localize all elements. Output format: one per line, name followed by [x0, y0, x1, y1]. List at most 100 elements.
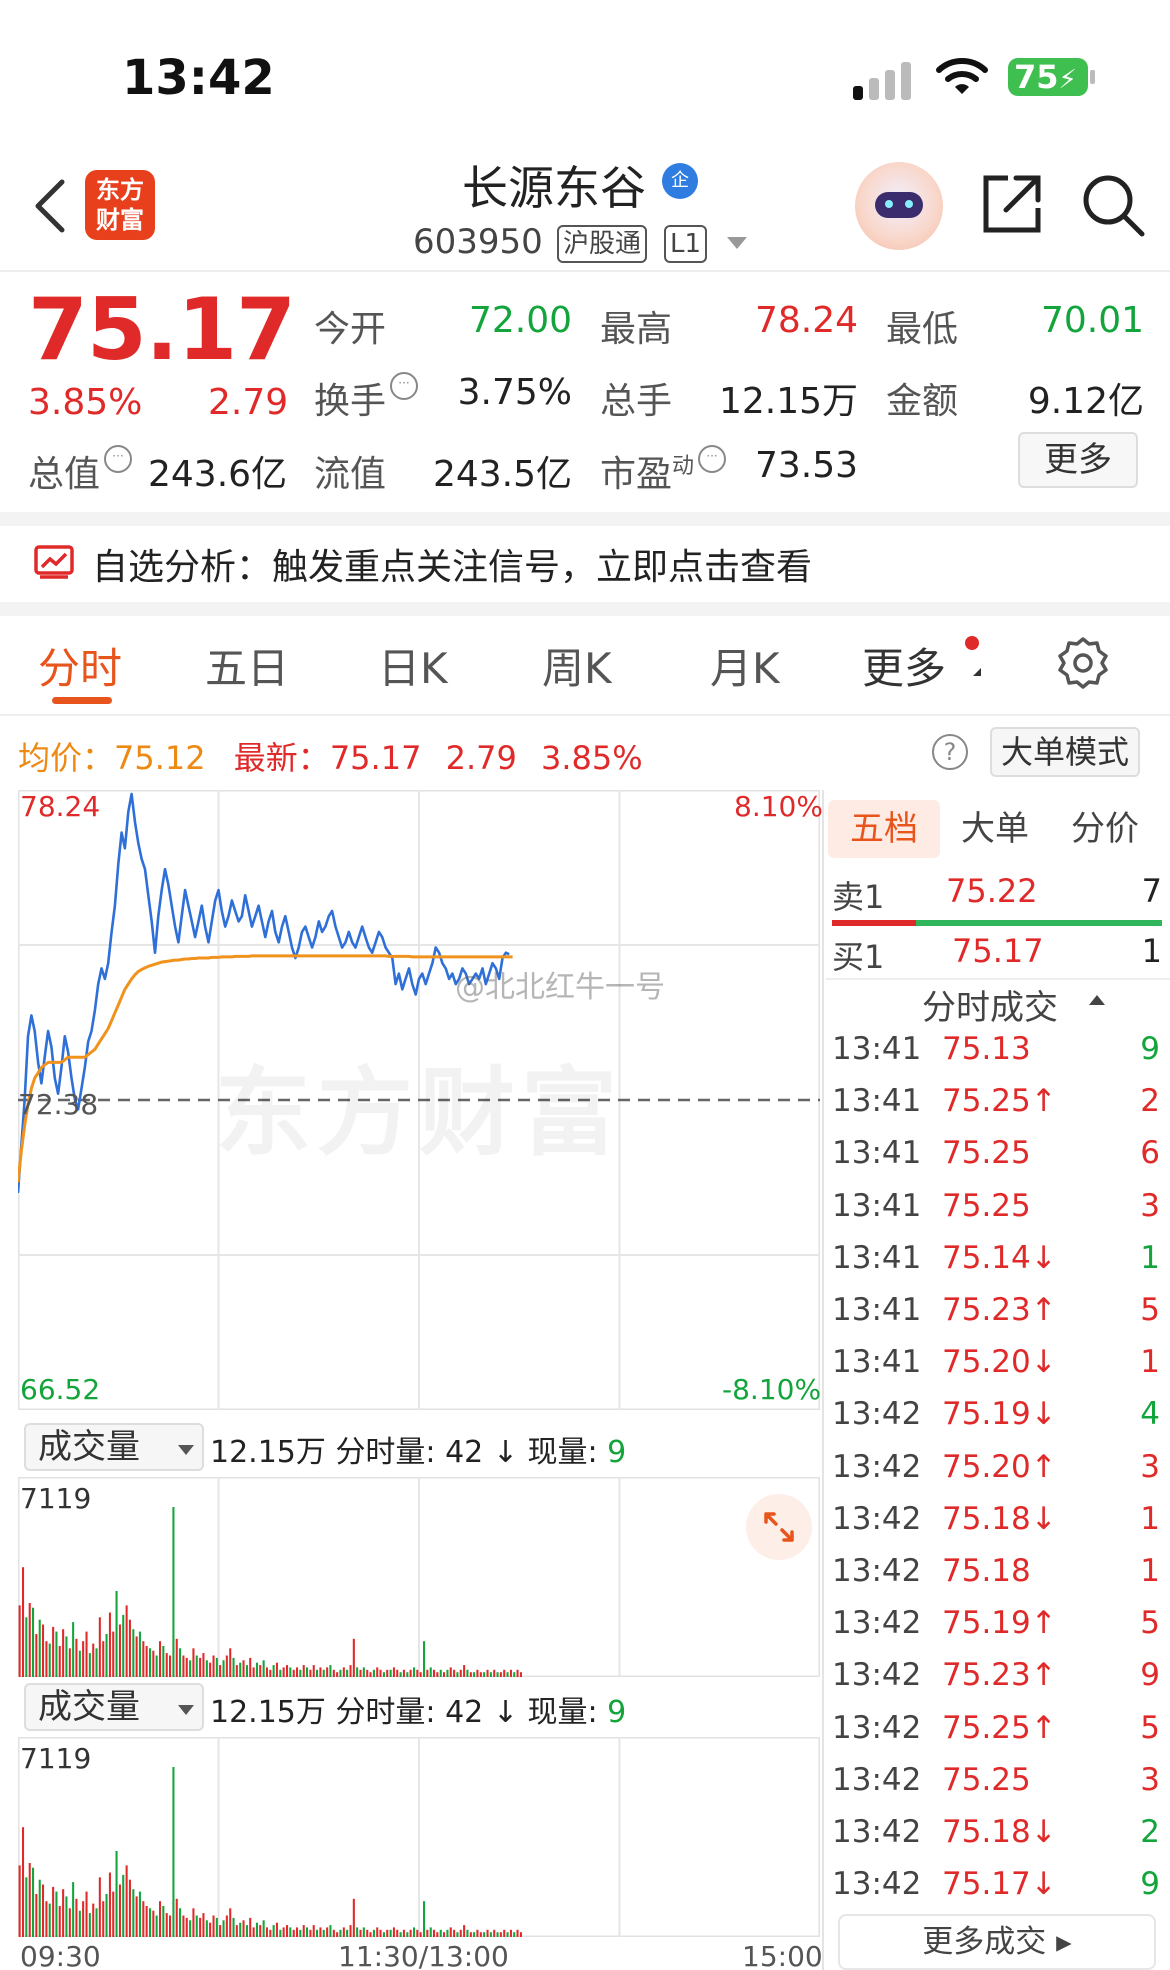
volume-bar [205, 1660, 208, 1677]
volume-bar [202, 1653, 205, 1677]
trade-row: 13:41 75.25 3 [832, 1188, 1162, 1238]
panel-tab-order-book[interactable]: 五档 [828, 800, 940, 858]
volume-bar [376, 1667, 379, 1677]
volume-bar [78, 1650, 81, 1677]
volume-bar [349, 1925, 352, 1937]
volume-bar [449, 1667, 452, 1677]
tab-monthly-k[interactable]: 月K [710, 635, 780, 696]
volume-bar [402, 1929, 405, 1937]
volume-bar [519, 1932, 522, 1937]
volume-bar [92, 1643, 95, 1677]
trade-volume: 1 [1140, 1344, 1160, 1381]
volume-bar [232, 1917, 235, 1937]
volume-indicator-select[interactable]: 成交量 [24, 1683, 204, 1731]
order-book-buy1: 买1 75.17 1 [832, 926, 1162, 978]
trade-volume: 3 [1140, 1187, 1160, 1224]
share-icon[interactable] [980, 172, 1044, 236]
volume-bar [199, 1657, 202, 1677]
volume-bar [68, 1908, 71, 1937]
volume-bar [409, 1669, 412, 1677]
tab-five-day[interactable]: 五日 [205, 635, 289, 696]
volume-bar [446, 1929, 449, 1937]
volume-bar [372, 1929, 375, 1937]
volume-bar [446, 1669, 449, 1677]
notification-dot [965, 636, 979, 650]
trade-price: 75.19↓ [942, 1396, 1057, 1433]
back-arrow-icon[interactable] [30, 178, 70, 234]
volume-bar [232, 1657, 235, 1677]
trade-volume: 3 [1140, 1761, 1160, 1798]
trade-volume: 4 [1140, 1396, 1160, 1433]
volume-bar [413, 1667, 416, 1677]
trade-list-title[interactable]: 分时成交 [922, 980, 1058, 1029]
volume-bar [389, 1669, 392, 1677]
trade-time: 13:42 [832, 1396, 922, 1433]
pct-axis-max-label: 8.10% [734, 790, 823, 823]
minute-volume-value: 42 [445, 1435, 484, 1470]
volume-bar [42, 1624, 45, 1677]
tab-more[interactable]: 更多 [862, 635, 946, 696]
volume-bar [413, 1927, 416, 1937]
analysis-banner-text[interactable]: 自选分析：触发重点关注信号，立即点击查看 [92, 538, 812, 590]
expand-icon[interactable] [746, 1494, 812, 1560]
tab-intraday[interactable]: 分时 [38, 635, 122, 696]
info-dots-icon[interactable]: ··· [104, 445, 133, 473]
volume-indicator-select[interactable]: 成交量 [24, 1423, 204, 1471]
volume-bar [72, 1882, 75, 1937]
more-trades-button[interactable]: 更多成交 ▸ [838, 1914, 1156, 1970]
trade-row: 13:42 75.25↑ 5 [832, 1710, 1162, 1760]
volume-bar [392, 1667, 395, 1677]
volume-bar [499, 1932, 502, 1937]
volume-bar [22, 1567, 25, 1677]
turnover-value: 3.75% [457, 372, 572, 413]
trade-time: 13:42 [832, 1814, 922, 1850]
volume-bar [486, 1669, 489, 1677]
chevron-up-icon[interactable] [1089, 995, 1105, 1005]
volume-bar [346, 1669, 349, 1677]
volume-bar [128, 1619, 131, 1677]
volume-bar [342, 1667, 345, 1677]
tab-daily-k[interactable]: 日K [378, 635, 448, 696]
avg-price-row: 均价：75.12 最新：75.17 2.79 3.85% [18, 733, 643, 779]
volume-chart-2[interactable] [18, 1737, 820, 1937]
latest-change: 2.79 [445, 739, 517, 777]
volume-bar [155, 1655, 158, 1677]
trade-row: 13:42 75.17↓ 9 [832, 1866, 1162, 1916]
volume-bar [316, 1929, 319, 1937]
volume-bar [372, 1669, 375, 1677]
volume-bar [356, 1927, 359, 1937]
volume-bar [38, 1879, 41, 1937]
volume-bar [262, 1660, 265, 1677]
search-icon[interactable] [1080, 172, 1146, 238]
info-dots-icon[interactable]: ··· [698, 445, 727, 473]
panel-tab-big-orders[interactable]: 大单 [950, 800, 1040, 858]
float-value: 243.5亿 [432, 454, 572, 495]
volume-bar [336, 1672, 339, 1677]
volume-bar [145, 1646, 148, 1677]
volume-bar [62, 1629, 65, 1677]
trade-price: 75.13 [942, 1031, 1031, 1067]
high-label: 最高 [600, 309, 673, 350]
volume-bar [169, 1655, 172, 1677]
panel-tab-price-distribution[interactable]: 分价 [1060, 800, 1150, 858]
settings-gear-icon[interactable] [1056, 636, 1110, 690]
volume-bar [108, 1612, 111, 1677]
volume-bar [82, 1641, 85, 1677]
help-icon[interactable]: ? [932, 734, 968, 770]
trade-price: 75.20↑ [942, 1448, 1057, 1485]
volume-bar [386, 1669, 389, 1677]
tab-weekly-k[interactable]: 周K [542, 635, 612, 696]
more-quote-button[interactable]: 更多 [1018, 432, 1138, 488]
volume-bar [88, 1913, 91, 1937]
buy1-label: 买1 [832, 938, 885, 976]
info-dots-icon[interactable]: ··· [390, 372, 419, 400]
volume-bar [25, 1617, 28, 1677]
volume-bar [469, 1672, 472, 1677]
chevron-down-icon[interactable] [727, 237, 747, 249]
big-order-mode-button[interactable]: 大单模式 [990, 727, 1140, 777]
volume-total: 12.15万 [210, 1695, 326, 1730]
volume-bar [62, 1889, 65, 1937]
robot-assistant-avatar[interactable] [855, 162, 943, 250]
volume-chart-1[interactable] [18, 1477, 820, 1677]
trade-row: 13:41 75.13 9 [832, 1031, 1162, 1081]
